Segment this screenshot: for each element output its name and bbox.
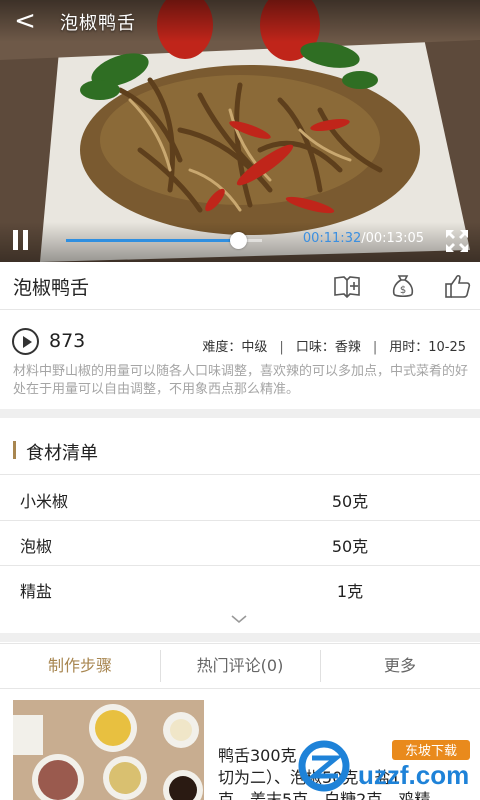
separator: | — [372, 340, 378, 355]
ingredients-title: 食材清单 — [26, 443, 98, 464]
section-divider — [0, 409, 480, 418]
pause-icon[interactable] — [12, 230, 30, 252]
tab-more[interactable]: 更多 — [320, 644, 480, 688]
watermark-tag: 东坡下载 — [405, 744, 457, 759]
ingredient-amount: 50克 — [331, 537, 369, 556]
recipe-description: 材料中野山椒的用量可以随各人口味调整，喜欢辣的可以多加点，中式菜肴的好处在于用量… — [13, 364, 469, 397]
total-time: /00:13:05 — [361, 231, 424, 246]
ingredient-name: 泡椒 — [20, 537, 53, 556]
watermark-brand: uzzf.com — [358, 760, 469, 790]
separator: | — [279, 340, 284, 355]
seek-bar[interactable] — [66, 232, 262, 249]
recipe-title: 泡椒鸭舌 — [13, 277, 90, 299]
ingredient-amount: 50克 — [331, 492, 369, 511]
video-controls: 00:11:32/00:13:05 — [0, 222, 480, 262]
thumbs-up-icon[interactable] — [444, 272, 472, 300]
ingredients-header: 食材清单 — [0, 427, 480, 475]
video-top-bar: < 泡椒鸭舌 — [0, 0, 480, 42]
timecode: 00:11:32/00:13:05 — [303, 231, 424, 246]
taste-label: 口味：香辣 — [295, 340, 361, 355]
detail-tabs: 制作步骤 热门评论(0) 更多 — [0, 643, 480, 689]
ingredient-amount: 1克 — [336, 582, 364, 601]
ingredient-name: 小米椒 — [20, 492, 69, 511]
ingredient-row: 泡椒 50克 — [0, 521, 480, 566]
difficulty-label: 难度：中级 — [202, 340, 268, 355]
ingredient-name: 精盐 — [20, 582, 53, 601]
seek-bar-progress — [66, 239, 239, 242]
section-divider — [0, 633, 480, 642]
recipe-meta: 难度：中级 | 口味：香辣 | 用时：10-25 — [202, 336, 466, 355]
view-count: 873 — [49, 330, 86, 352]
video-player[interactable]: < 泡椒鸭舌 00:11:32/00:13:05 — [0, 0, 480, 262]
time-label: 用时：10-25 — [389, 340, 466, 355]
svg-text:$: $ — [400, 285, 406, 296]
ingredient-row: 小米椒 50克 — [0, 476, 480, 521]
fullscreen-icon[interactable] — [446, 230, 468, 252]
step-photo — [13, 700, 204, 800]
tab-comments[interactable]: 热门评论(0) — [160, 644, 320, 688]
site-watermark-logo: 东坡下载 uzzf.com — [298, 740, 470, 792]
chevron-down-icon[interactable] — [229, 612, 249, 626]
seek-bar-handle[interactable] — [230, 232, 248, 249]
ingredient-row: 精盐 1克 — [0, 566, 480, 611]
recipe-stats: 873 难度：中级 | 口味：香辣 | 用时：10-25 材料中野山椒的用量可以随各人口… — [0, 318, 480, 410]
money-bag-icon[interactable]: $ — [389, 272, 417, 300]
recipe-title-bar: 泡椒鸭舌 $ — [0, 262, 480, 310]
play-count-icon — [12, 328, 39, 355]
section-accent-bar — [13, 441, 16, 459]
tab-steps[interactable]: 制作步骤 — [0, 644, 160, 688]
back-chevron-icon[interactable]: < — [10, 6, 40, 36]
current-time: 00:11:32 — [302, 231, 362, 246]
book-add-icon[interactable] — [333, 272, 361, 300]
video-title: 泡椒鸭舌 — [60, 13, 136, 34]
